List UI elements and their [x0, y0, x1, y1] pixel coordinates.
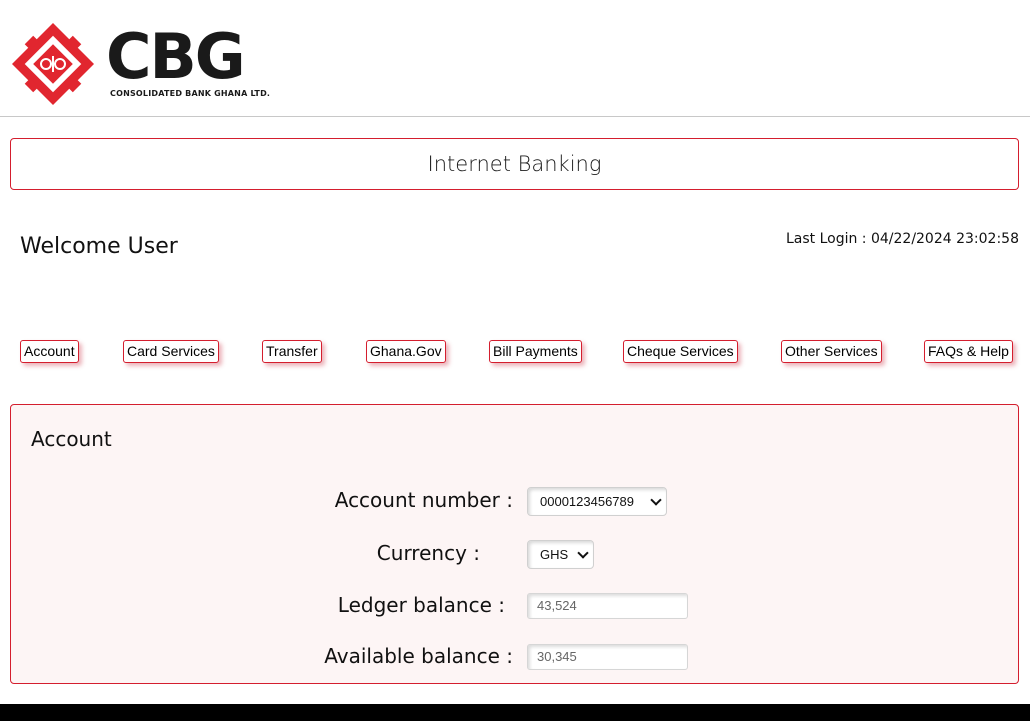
ledger-balance-field[interactable]: 43,524: [527, 593, 688, 619]
nav-transfer-button[interactable]: Transfer: [262, 340, 322, 363]
nav-other-services-button[interactable]: Other Services: [781, 340, 882, 363]
header: CBG CONSOLIDATED BANK GHANA LTD.: [0, 0, 1030, 117]
nav-faqs-help-button[interactable]: FAQs & Help: [924, 340, 1013, 363]
account-number-label: Account number :: [334, 488, 513, 512]
currency-label: Currency :: [376, 541, 480, 565]
account-panel-title: Account: [31, 427, 112, 451]
nav-cheque-services-button[interactable]: Cheque Services: [623, 340, 738, 363]
account-number-select[interactable]: 0000123456789: [527, 487, 667, 516]
page-title-banner: Internet Banking: [10, 138, 1019, 190]
page-title: Internet Banking: [427, 152, 602, 176]
available-balance-field[interactable]: 30,345: [527, 644, 688, 670]
chevron-down-icon: [650, 494, 662, 506]
nav-bill-payments-button[interactable]: Bill Payments: [489, 340, 582, 363]
chevron-down-icon: [577, 547, 589, 559]
main-nav: Account Card Services Transfer Ghana.Gov…: [20, 340, 1013, 364]
footer-bar: [0, 704, 1030, 721]
nav-account-button[interactable]: Account: [20, 340, 79, 363]
last-login-timestamp: Last Login : 04/22/2024 23:02:58: [785, 231, 1019, 247]
currency-value: GHS: [540, 547, 569, 562]
ledger-balance-label: Ledger balance :: [337, 593, 505, 617]
currency-select[interactable]: GHS: [527, 540, 594, 569]
cbg-logo-subtext: CONSOLIDATED BANK GHANA LTD.: [110, 89, 271, 98]
nav-card-services-button[interactable]: Card Services: [123, 340, 219, 363]
account-number-value: 0000123456789: [540, 494, 634, 509]
available-balance-label: Available balance :: [324, 644, 513, 668]
cbg-logo-text: CBG: [106, 20, 246, 93]
nav-ghana-gov-button[interactable]: Ghana.Gov: [366, 340, 446, 363]
welcome-greeting: Welcome User: [20, 234, 178, 259]
account-panel: Account Account number : 0000123456789 C…: [10, 404, 1019, 684]
cbg-logo-mark-icon: [11, 22, 95, 106]
